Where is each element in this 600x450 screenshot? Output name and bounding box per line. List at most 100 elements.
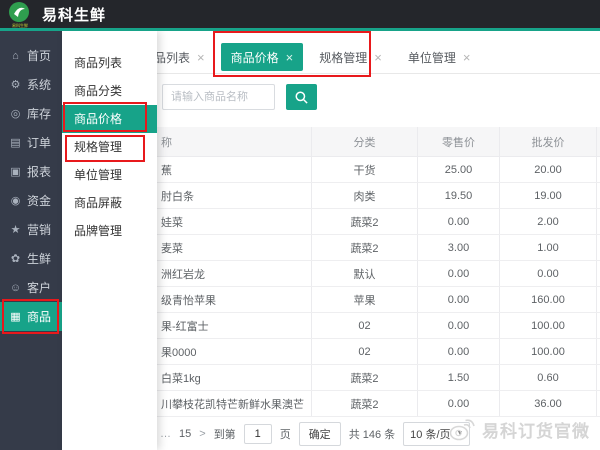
- table-row: 娃菜 蔬菜2 0.00 2.00: [157, 209, 600, 235]
- person-icon: ☺: [9, 282, 22, 294]
- watermark-text: 易科订货官微: [482, 417, 590, 442]
- accent-divider: [0, 28, 600, 31]
- submenu-item-brand-management[interactable]: 品牌管理: [62, 217, 157, 245]
- cell-product-name: 肘白条: [157, 183, 312, 208]
- close-icon[interactable]: ×: [374, 51, 382, 64]
- cell-category: 蔬菜2: [312, 235, 418, 260]
- sidebar-item-fresh[interactable]: ✿ 生鲜: [0, 244, 62, 273]
- cell-product-name: 麦菜: [157, 235, 312, 260]
- column-header-category: 分类: [312, 127, 418, 156]
- close-icon[interactable]: ×: [197, 51, 205, 64]
- search-icon: [294, 90, 309, 105]
- sidebar-item-label: 营销: [27, 221, 51, 238]
- next-page-icon[interactable]: >: [199, 428, 205, 440]
- cell-wholesale-price: 2.00: [500, 209, 597, 234]
- sidebar-item-label: 生鲜: [27, 250, 51, 267]
- cell-retail-price: 0.00: [418, 261, 500, 286]
- cell-retail-price: 3.00: [418, 235, 500, 260]
- cell-retail-price: 19.50: [418, 183, 500, 208]
- sidebar-item-inventory[interactable]: ◎ 库存: [0, 99, 62, 128]
- column-header-wholesale-price: 批发价: [500, 127, 597, 156]
- cell-product-name: 果-红富士: [157, 313, 312, 338]
- sidebar-item-label: 报表: [27, 163, 51, 180]
- sidebar-item-orders[interactable]: ▤ 订单: [0, 128, 62, 157]
- sidebar-item-products[interactable]: ▦ 商品: [0, 302, 62, 331]
- tab-label: 单位管理: [408, 49, 456, 66]
- cell-product-name: 白菜1kg: [157, 365, 312, 390]
- sidebar-item-customers[interactable]: ☺ 客户: [0, 273, 62, 302]
- sidebar-item-reports[interactable]: ▣ 报表: [0, 157, 62, 186]
- page-unit-label: 页: [280, 426, 291, 442]
- tab-product-price[interactable]: 商品价格 ×: [221, 43, 304, 71]
- table-row: 果-红富士 02 0.00 100.00: [157, 313, 600, 339]
- sidebar-item-label: 库存: [27, 105, 51, 122]
- cell-retail-price: 25.00: [418, 157, 500, 182]
- cell-wholesale-price: 20.00: [500, 157, 597, 182]
- total-count-label: 共 146 条: [349, 426, 395, 442]
- cell-product-name: 级青怡苹果: [157, 287, 312, 312]
- products-submenu-panel: 商品列表 商品分类 商品价格 规格管理 单位管理 商品屏蔽 品牌管理: [62, 31, 157, 450]
- app-logo: 易科生鲜: [8, 1, 32, 27]
- sidebar-item-label: 首页: [27, 47, 51, 64]
- cell-wholesale-price: 100.00: [500, 313, 597, 338]
- table-header-row: 称 分类 零售价 批发价: [157, 127, 600, 157]
- tab-unit-management[interactable]: 单位管理 ×: [398, 43, 481, 71]
- submenu-item-product-category[interactable]: 商品分类: [62, 77, 157, 105]
- cell-wholesale-price: 1.00: [500, 235, 597, 260]
- order-icon: ▤: [9, 136, 22, 149]
- close-icon[interactable]: ×: [463, 51, 471, 64]
- tab-label: 商品价格: [231, 49, 279, 66]
- sidebar-item-system[interactable]: ⚙ 系统: [0, 70, 62, 99]
- watermark: 易科订货官微: [448, 417, 590, 442]
- tab-spec-management[interactable]: 规格管理 ×: [309, 43, 392, 71]
- cell-retail-price: 0.00: [418, 287, 500, 312]
- cell-category: 肉类: [312, 183, 418, 208]
- sidebar-item-home[interactable]: ⌂ 首页: [0, 41, 62, 70]
- page-size-value: 10 条/页: [410, 426, 450, 442]
- sidebar-item-marketing[interactable]: ★ 营销: [0, 215, 62, 244]
- table-row: 蕉 干货 25.00 20.00: [157, 157, 600, 183]
- cell-product-name: 娃菜: [157, 209, 312, 234]
- submenu-item-product-block[interactable]: 商品屏蔽: [62, 189, 157, 217]
- cell-wholesale-price: 160.00: [500, 287, 597, 312]
- grid-icon: ▦: [9, 310, 22, 323]
- sidebar-item-label: 资金: [27, 192, 51, 209]
- column-header-name: 称: [157, 127, 312, 156]
- cell-retail-price: 0.00: [418, 391, 500, 416]
- page-button-15[interactable]: 15: [179, 428, 191, 440]
- column-header-retail-price: 零售价: [418, 127, 500, 156]
- funds-icon: ◉: [9, 194, 22, 207]
- submenu-item-product-price[interactable]: 商品价格: [62, 105, 157, 133]
- submenu-item-spec-management[interactable]: 规格管理: [62, 133, 157, 161]
- search-input[interactable]: [162, 84, 275, 110]
- cell-wholesale-price: 19.00: [500, 183, 597, 208]
- sidebar-item-label: 系统: [27, 76, 51, 93]
- close-icon[interactable]: ×: [286, 51, 294, 64]
- cell-category: 默认: [312, 261, 418, 286]
- product-price-table: 称 分类 零售价 批发价 蕉 干货 25.00 20.00 肘白条 肉类 19.…: [157, 127, 600, 417]
- star-icon: ★: [9, 223, 22, 236]
- cell-category: 蔬菜2: [312, 209, 418, 234]
- tab-label: 规格管理: [319, 49, 367, 66]
- cell-retail-price: 0.00: [418, 313, 500, 338]
- search-button[interactable]: [286, 84, 317, 110]
- confirm-button[interactable]: 确定: [299, 422, 341, 446]
- cell-product-name: 果0000: [157, 339, 312, 364]
- cell-retail-price: 0.00: [418, 209, 500, 234]
- cell-wholesale-price: 36.00: [500, 391, 597, 416]
- sidebar-item-label: 商品: [27, 308, 51, 325]
- table-row: 洲红岩龙 默认 0.00 0.00: [157, 261, 600, 287]
- submenu-item-unit-management[interactable]: 单位管理: [62, 161, 157, 189]
- gear-icon: ⚙: [9, 78, 22, 91]
- topbar: 易科生鲜 易科生鲜: [0, 0, 600, 28]
- table-row: 麦菜 蔬菜2 3.00 1.00: [157, 235, 600, 261]
- cell-wholesale-price: 100.00: [500, 339, 597, 364]
- page-number-input[interactable]: [244, 424, 272, 444]
- cell-category: 02: [312, 339, 418, 364]
- sidebar: ⌂ 首页 ⚙ 系统 ◎ 库存 ▤ 订单 ▣ 报表 ◉ 资金 ★ 营销 ✿ 生鲜 …: [0, 31, 62, 450]
- cell-retail-price: 0.00: [418, 339, 500, 364]
- submenu-item-product-list[interactable]: 商品列表: [62, 49, 157, 77]
- cell-category: 干货: [312, 157, 418, 182]
- sidebar-item-funds[interactable]: ◉ 资金: [0, 186, 62, 215]
- sidebar-item-label: 客户: [27, 279, 51, 296]
